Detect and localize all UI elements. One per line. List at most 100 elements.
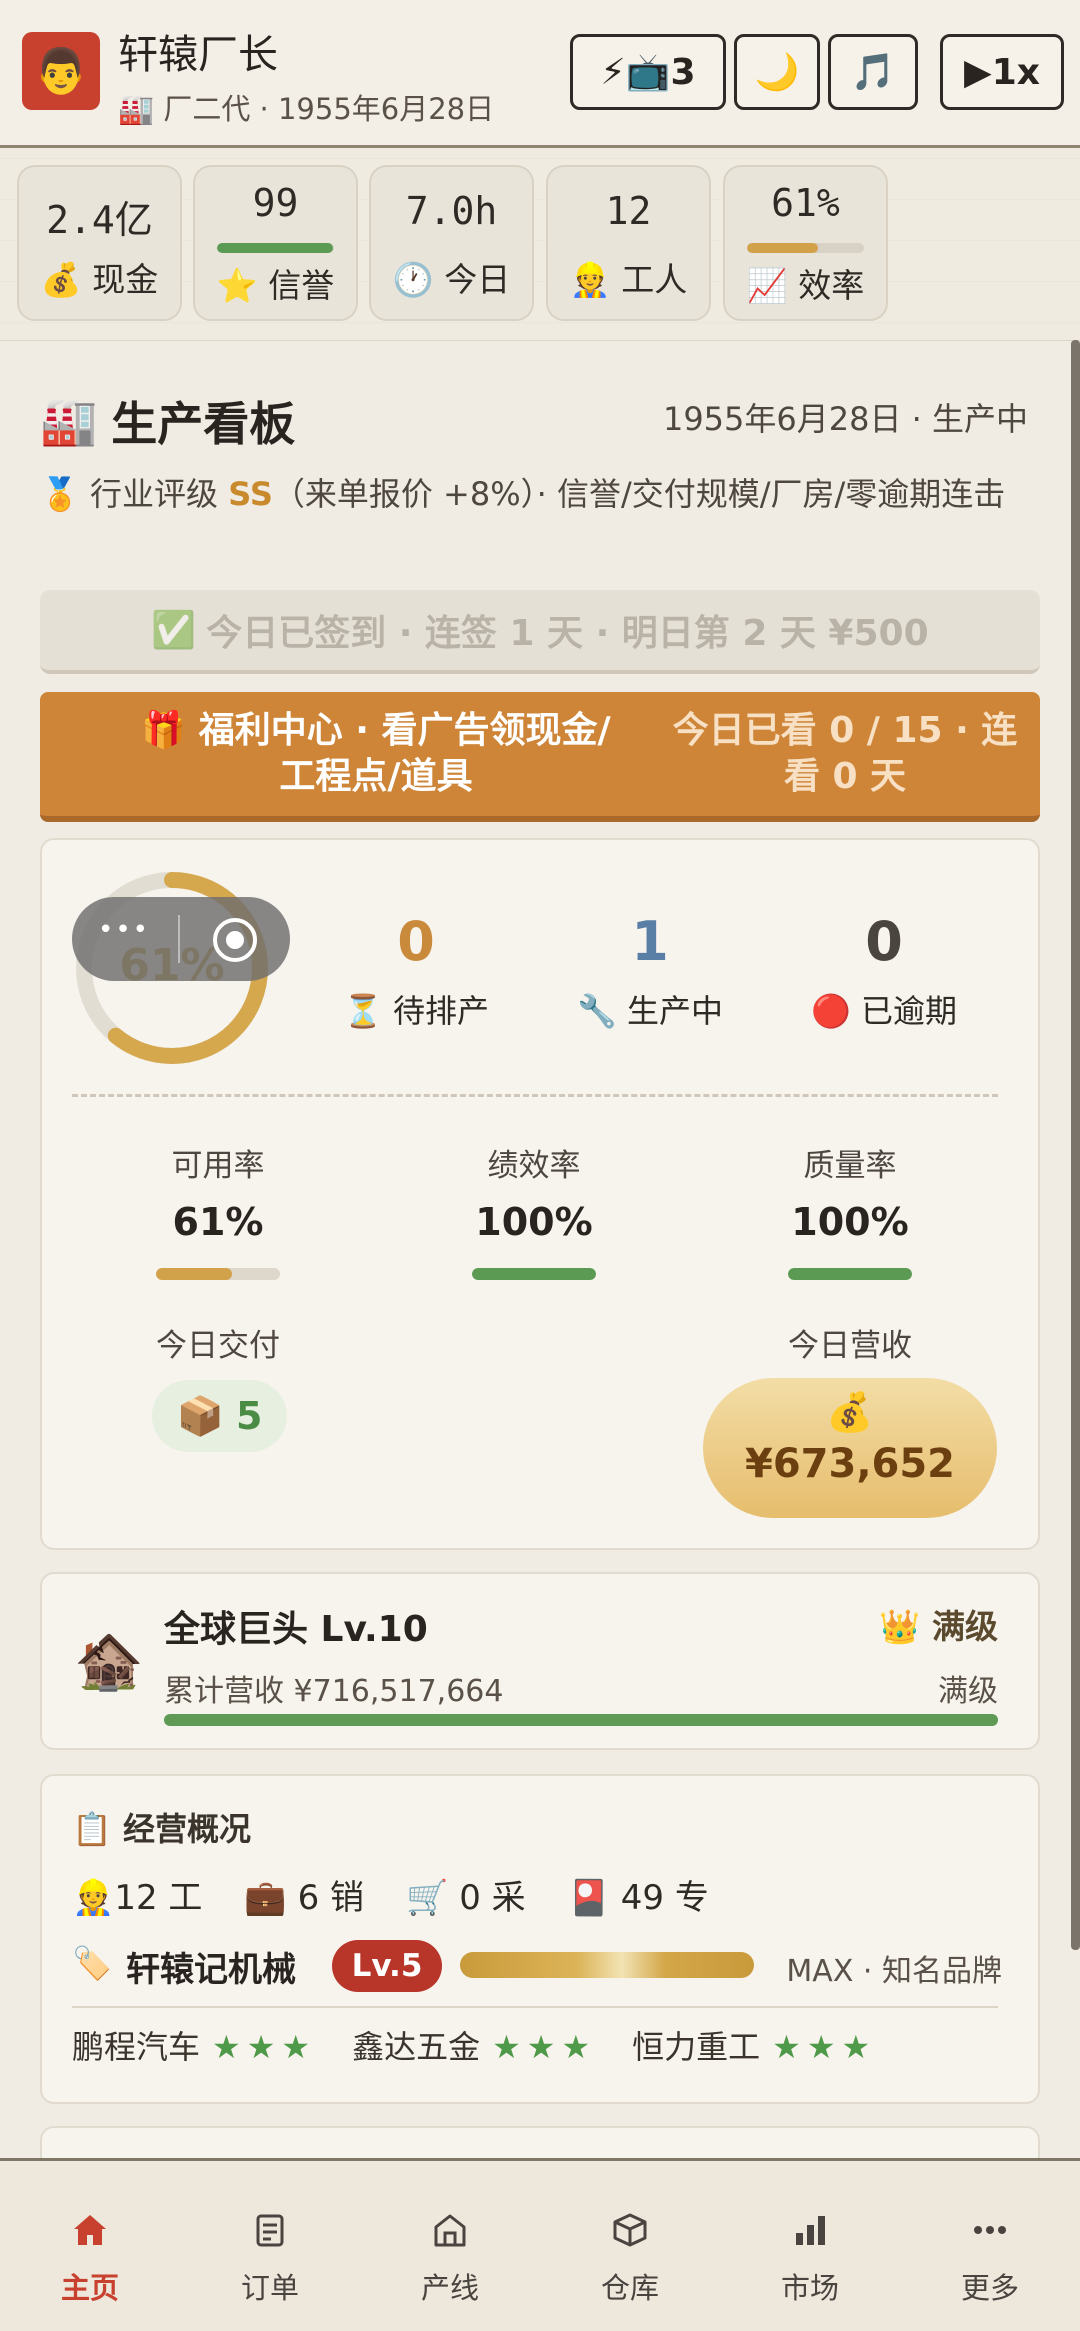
brand-level-badge: Lv.5	[332, 1940, 442, 1992]
metric-availability-label: 可用率	[171, 1148, 265, 1184]
partner-item[interactable]: 恒力重工 ★★★	[632, 2022, 876, 2068]
checkin-button[interactable]: ✅ 今日已签到 · 连签 1 天 · 明日第 2 天 ¥500	[40, 590, 1040, 674]
factory-icon: 🏭	[118, 92, 155, 126]
board-date: 1955年6月28日 · 生产中	[662, 400, 1028, 438]
metric-quality-value: 100%	[791, 1200, 909, 1244]
stat-efficiency-label: 效率	[798, 266, 865, 305]
checkin-text: 今日已签到 · 连签 1 天 · 明日第 2 天 ¥500	[206, 613, 929, 654]
briefcase-icon: 💼	[244, 1878, 287, 1918]
level-status: 满级	[938, 1674, 998, 1709]
wrench-icon: 🔧	[576, 992, 617, 1030]
delivery-label: 今日交付	[156, 1328, 280, 1364]
stat-efficiency[interactable]: 61% 📈 效率	[723, 165, 888, 321]
more-icon	[974, 2226, 1006, 2234]
nav-warehouse[interactable]: 仓库	[540, 2161, 720, 2331]
medal-icon: 🏅	[40, 475, 80, 513]
stat-reputation-value: 99	[252, 181, 299, 225]
stat-cash-label: 现金	[92, 260, 159, 299]
star-rating: ★★★	[492, 2028, 597, 2066]
speed-button[interactable]: ▶1x	[940, 34, 1064, 110]
stat-cash-value: 2.4亿	[46, 198, 153, 242]
stat-workers[interactable]: 12 👷 工人	[546, 165, 711, 321]
delivery-value: 5	[235, 1394, 263, 1438]
metric-performance-bar	[472, 1268, 596, 1280]
brand-status: MAX · 知名品牌	[786, 1954, 1002, 1989]
cumulative-revenue: 累计营收 ¥716,517,664	[164, 1674, 504, 1709]
metric-performance-label: 绩效率	[487, 1148, 581, 1184]
metric-quality-label: 质量率	[803, 1148, 897, 1184]
metric-quality-bar	[788, 1268, 912, 1280]
efficiency-bar	[747, 243, 864, 253]
divider	[72, 2006, 998, 2008]
pending-count: 0	[397, 910, 435, 973]
welfare-center-button[interactable]: 🎁 福利中心 · 看广告领现金/ 工程点/道具 今日已看 0 / 15 · 连 …	[40, 692, 1040, 822]
avatar[interactable]: 👨	[22, 32, 100, 110]
stat-reputation[interactable]: 99 ⭐ 信誉	[193, 165, 358, 321]
top-header: 👨 轩辕厂长 🏭 厂二代 · 1955年6月28日 ⚡📺3 🌙 🎵 ▶1x	[0, 0, 1080, 148]
staff-workers[interactable]: 👷12 工	[72, 1870, 202, 1919]
overdue-count: 0	[865, 910, 903, 973]
star-rating: ★★★	[212, 2028, 317, 2066]
floating-overlay-pill[interactable]: •••	[72, 897, 290, 981]
tag-icon: 🏷️	[72, 1944, 112, 1982]
staff-sales[interactable]: 💼 6 销	[244, 1870, 364, 1919]
user-subtitle: 🏭 厂二代 · 1955年6月28日	[118, 92, 495, 126]
package-icon: 📦	[176, 1393, 224, 1438]
factory-icon	[434, 2214, 466, 2247]
level-progress-bar	[164, 1714, 998, 1726]
partner-item[interactable]: 鹏程汽车 ★★★	[72, 2022, 316, 2068]
staff-purchasing[interactable]: 🛒 0 采	[406, 1870, 526, 1919]
factory-icon: 🏭	[40, 393, 98, 448]
brand-name: 轩辕记机械	[126, 1950, 296, 1990]
partners-row: 鹏程汽车 ★★★ 鑫达五金 ★★★ 恒力重工 ★★★	[72, 2022, 876, 2068]
pending-label[interactable]: ⏳ 待排产	[286, 986, 546, 1032]
producing-label[interactable]: 🔧 生产中	[520, 986, 780, 1032]
home-icon	[74, 2215, 106, 2245]
nav-more[interactable]: 更多	[900, 2161, 1080, 2331]
delivery-pill[interactable]: 📦 5	[152, 1380, 287, 1452]
stat-workers-value: 12	[605, 189, 652, 233]
stat-today[interactable]: 7.0h 🕐 今日	[369, 165, 534, 321]
gift-icon: 🎁	[141, 710, 187, 751]
crown-icon: 👑	[879, 1607, 921, 1646]
red-dot-icon: 🔴	[810, 992, 851, 1030]
staff-row: 👷12 工 💼 6 销 🛒 0 采 🎴 49 专	[72, 1870, 709, 1919]
stat-workers-label: 工人	[621, 260, 688, 299]
nav-market[interactable]: 市场	[720, 2161, 900, 2331]
level-badge: 👑 满级	[879, 1607, 998, 1646]
reputation-bar	[217, 243, 334, 253]
music-button[interactable]: 🎵	[828, 34, 918, 110]
night-mode-button[interactable]: 🌙	[734, 34, 820, 110]
star-icon: ⭐	[216, 266, 258, 305]
partner-item[interactable]: 鑫达五金 ★★★	[352, 2022, 596, 2068]
stat-efficiency-value: 61%	[771, 181, 840, 225]
target-icon[interactable]	[210, 915, 260, 965]
stat-cash[interactable]: 2.4亿 💰 现金	[17, 165, 182, 321]
nav-orders[interactable]: 订单	[180, 2161, 360, 2331]
warehouse-icon	[613, 2213, 647, 2247]
user-name: 轩辕厂长	[118, 32, 278, 78]
ad-energy-button[interactable]: ⚡📺3	[570, 34, 726, 110]
revenue-value: ¥673,652	[744, 1441, 956, 1487]
metric-availability-value: 61%	[172, 1200, 264, 1244]
orders-icon	[256, 2214, 284, 2247]
avatar-icon: 👨	[33, 46, 89, 97]
brand-progress-bar	[460, 1952, 754, 1978]
revenue-button[interactable]: 💰 ¥673,652	[703, 1378, 997, 1518]
staff-specialists[interactable]: 🎴 49 专	[568, 1870, 709, 1919]
nav-home[interactable]: 主页	[0, 2161, 180, 2331]
money-bag-icon: 💰	[826, 1390, 874, 1434]
star-rating: ★★★	[772, 2028, 877, 2066]
worker-icon: 👷	[72, 1878, 115, 1918]
market-icon	[796, 2216, 825, 2245]
card-icon: 🎴	[567, 1878, 610, 1918]
nav-production-line[interactable]: 产线	[360, 2161, 540, 2331]
more-dots-icon[interactable]: •••	[98, 915, 150, 945]
worker-icon: 👷	[569, 260, 611, 299]
stat-today-label: 今日	[444, 260, 511, 299]
rating-grade: SS	[228, 475, 273, 513]
overdue-label[interactable]: 🔴 已逾期	[754, 986, 1014, 1032]
brand-row[interactable]: 🏷️ 轩辕记机械 Lv.5 MAX · 知名品牌	[72, 1940, 1002, 1996]
house-icon: 🏚️	[74, 1629, 144, 1694]
scrollbar[interactable]	[1071, 340, 1080, 1950]
